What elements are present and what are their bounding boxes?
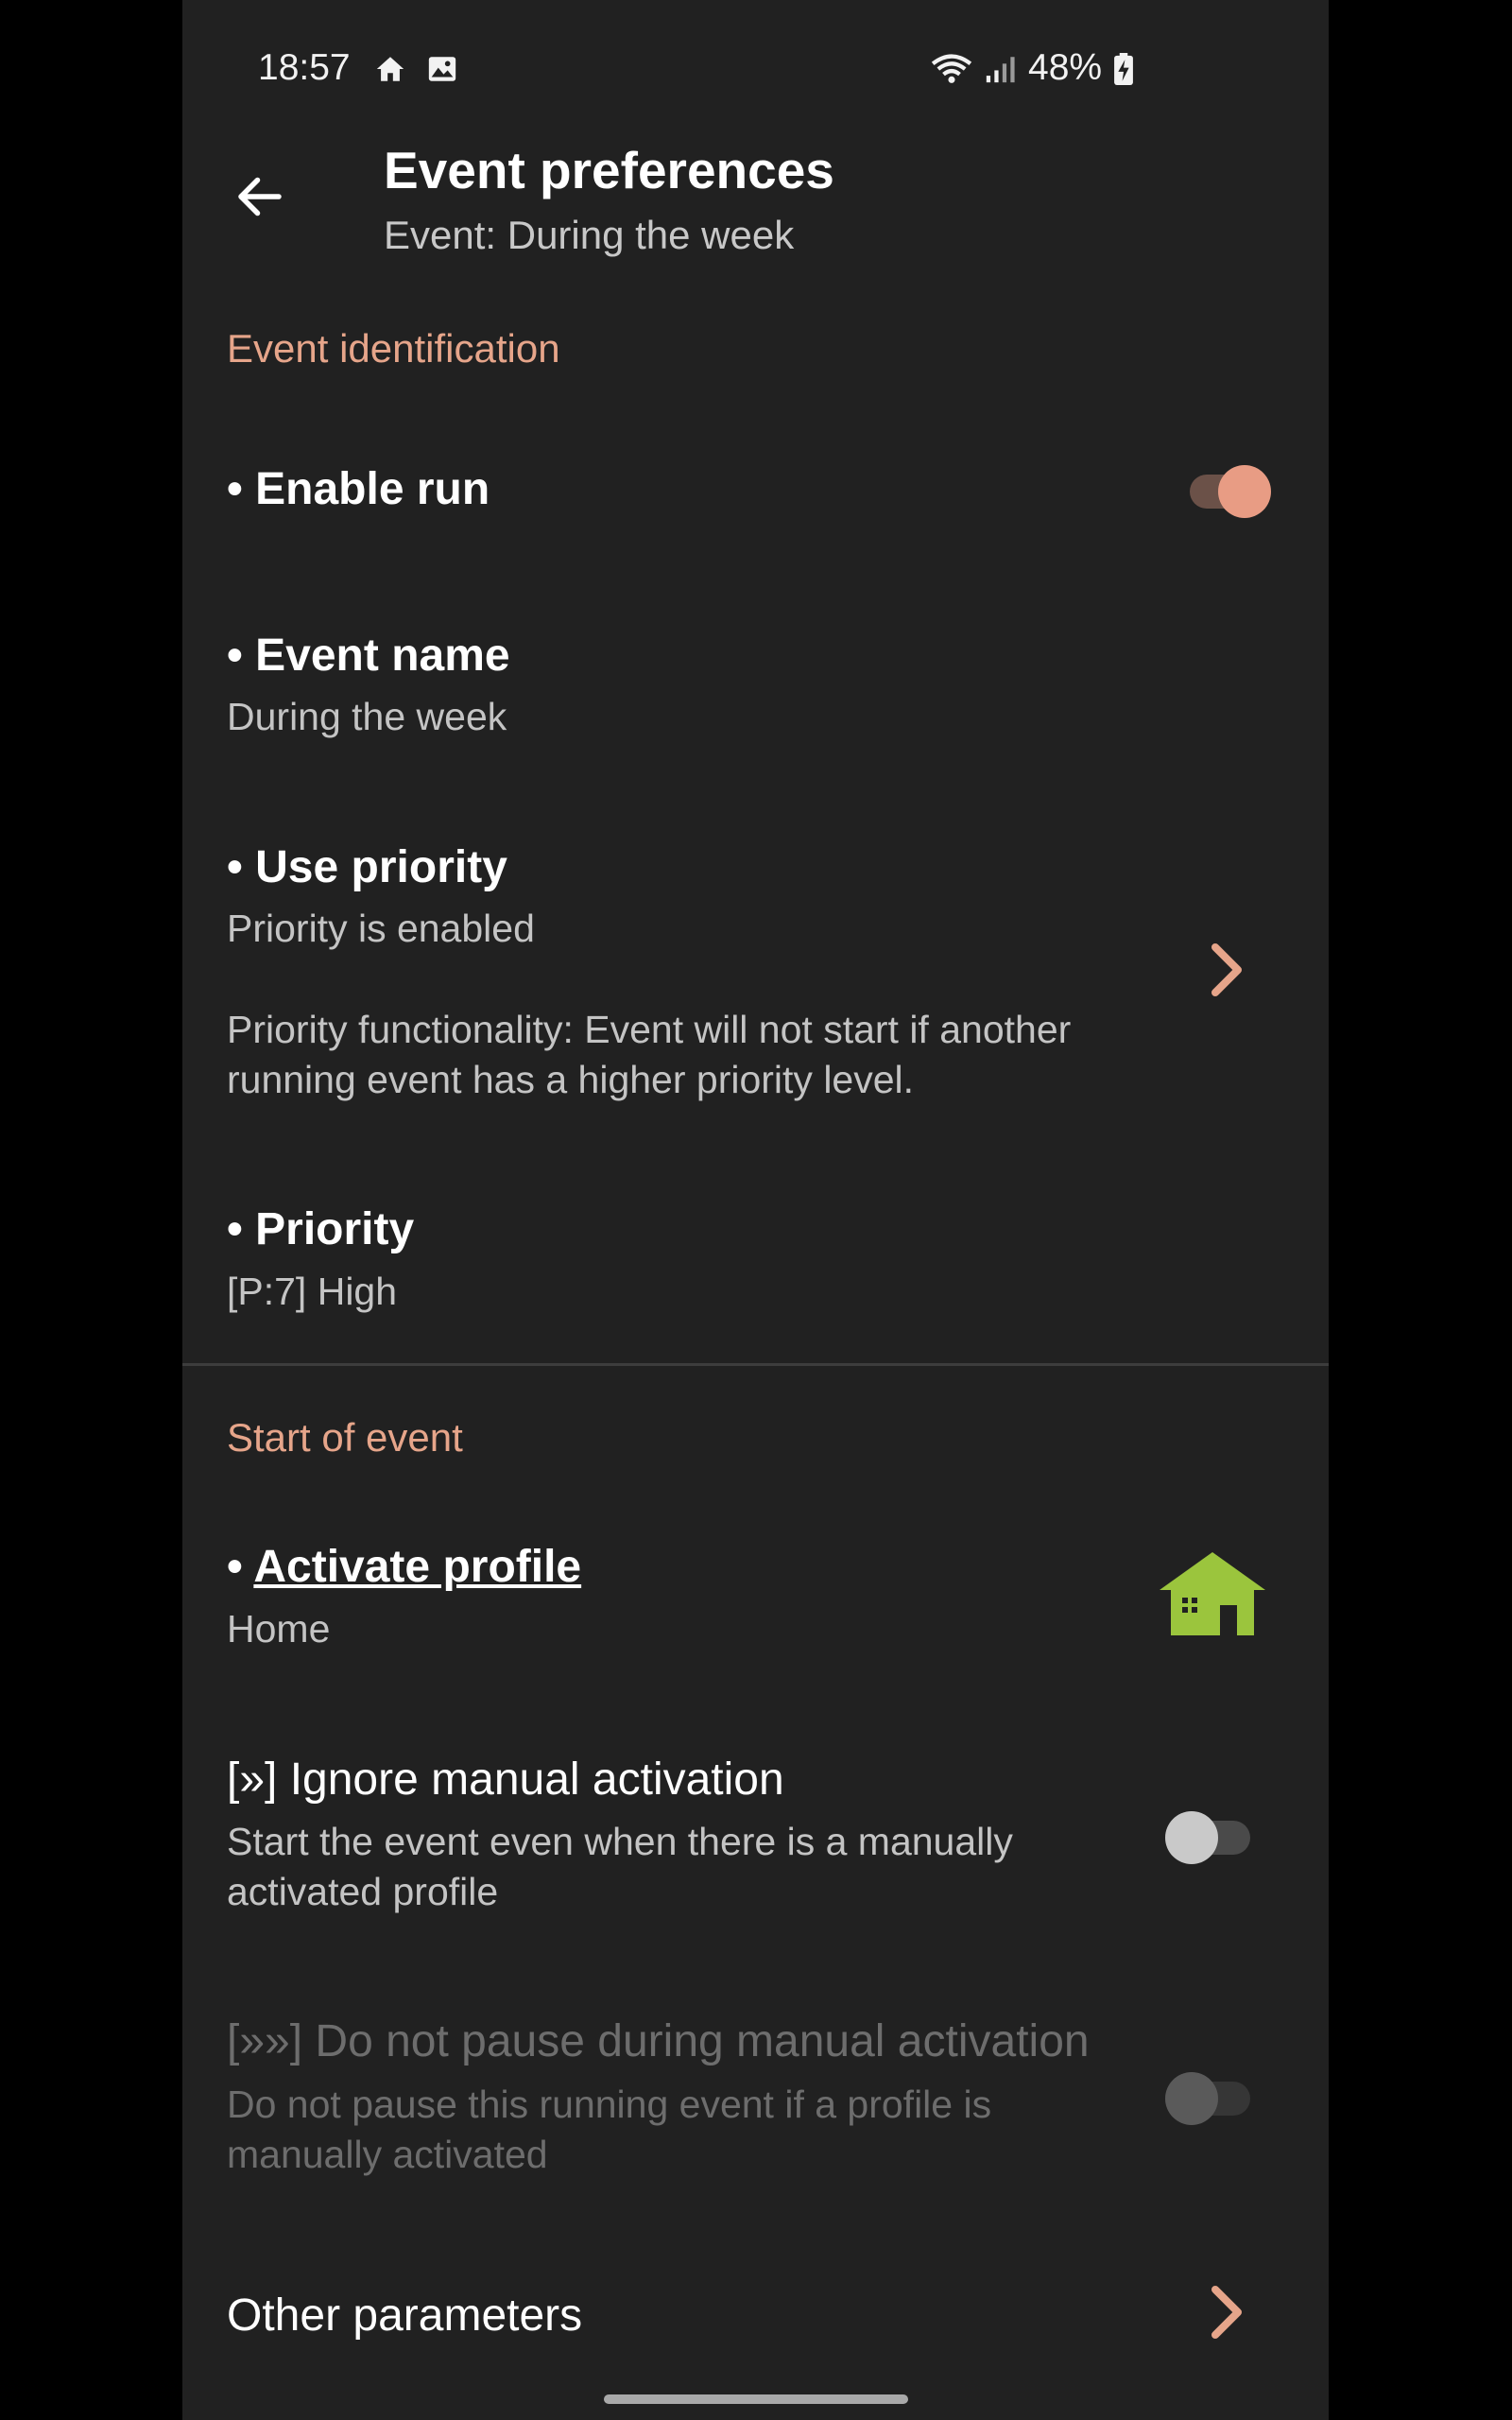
use-priority-title: • Use priority [227,842,507,892]
ignore-manual-switch[interactable] [1165,1806,1256,1864]
use-priority-desc-2: running event has a higher priority leve… [227,1058,915,1101]
chevron-right-icon[interactable] [1206,2284,1247,2341]
wifi-icon [931,54,972,83]
event-name-title: • Event name [227,631,510,681]
use-priority-desc-1: Priority functionality: Event will not s… [227,1008,1072,1051]
section-event-identification: Event identification [227,326,560,371]
battery-charging-icon [1114,53,1133,85]
do-not-pause-desc-1: Do not pause this running event if a pro… [227,2083,992,2126]
activate-profile-title: • Activate profile [227,1542,582,1592]
page-subtitle: Event: During the week [384,213,795,257]
ignore-manual-desc-1: Start the event even when there is a man… [227,1820,1013,1863]
activate-profile-value: Home [227,1607,331,1651]
enable-run-title: • Enable run [227,464,490,514]
gesture-nav-bar[interactable] [604,2394,908,2404]
battery-percent: 48% [1028,47,1103,88]
house-icon [1160,1552,1265,1635]
section-start-of-event: Start of event [227,1415,463,1460]
do-not-pause-title: [»»] Do not pause during manual activati… [227,2016,1090,2066]
screen: 18:57 48% Event preferences Event: Durin… [182,0,1329,2420]
priority-title: • Priority [227,1204,415,1254]
enable-run-switch[interactable] [1182,459,1273,518]
use-priority-value: Priority is enabled [227,907,535,950]
page-title: Event preferences [384,141,834,199]
ignore-manual-title: [»] Ignore manual activation [227,1754,784,1805]
status-time: 18:57 [258,47,351,88]
image-icon [428,57,456,81]
event-name-value: During the week [227,695,507,738]
status-bar: 18:57 48% [182,0,1329,142]
priority-value: [P:7] High [227,1270,398,1313]
chevron-right-icon[interactable] [1206,942,1247,998]
back-arrow-icon[interactable] [232,168,288,225]
do-not-pause-switch [1165,2066,1256,2125]
section-divider [182,1363,1329,1366]
home-icon [376,57,404,81]
do-not-pause-desc-2: manually activated [227,2133,548,2176]
signal-icon [986,57,1015,83]
ignore-manual-desc-2: activated profile [227,1870,499,1913]
other-parameters-title: Other parameters [227,2290,583,2341]
